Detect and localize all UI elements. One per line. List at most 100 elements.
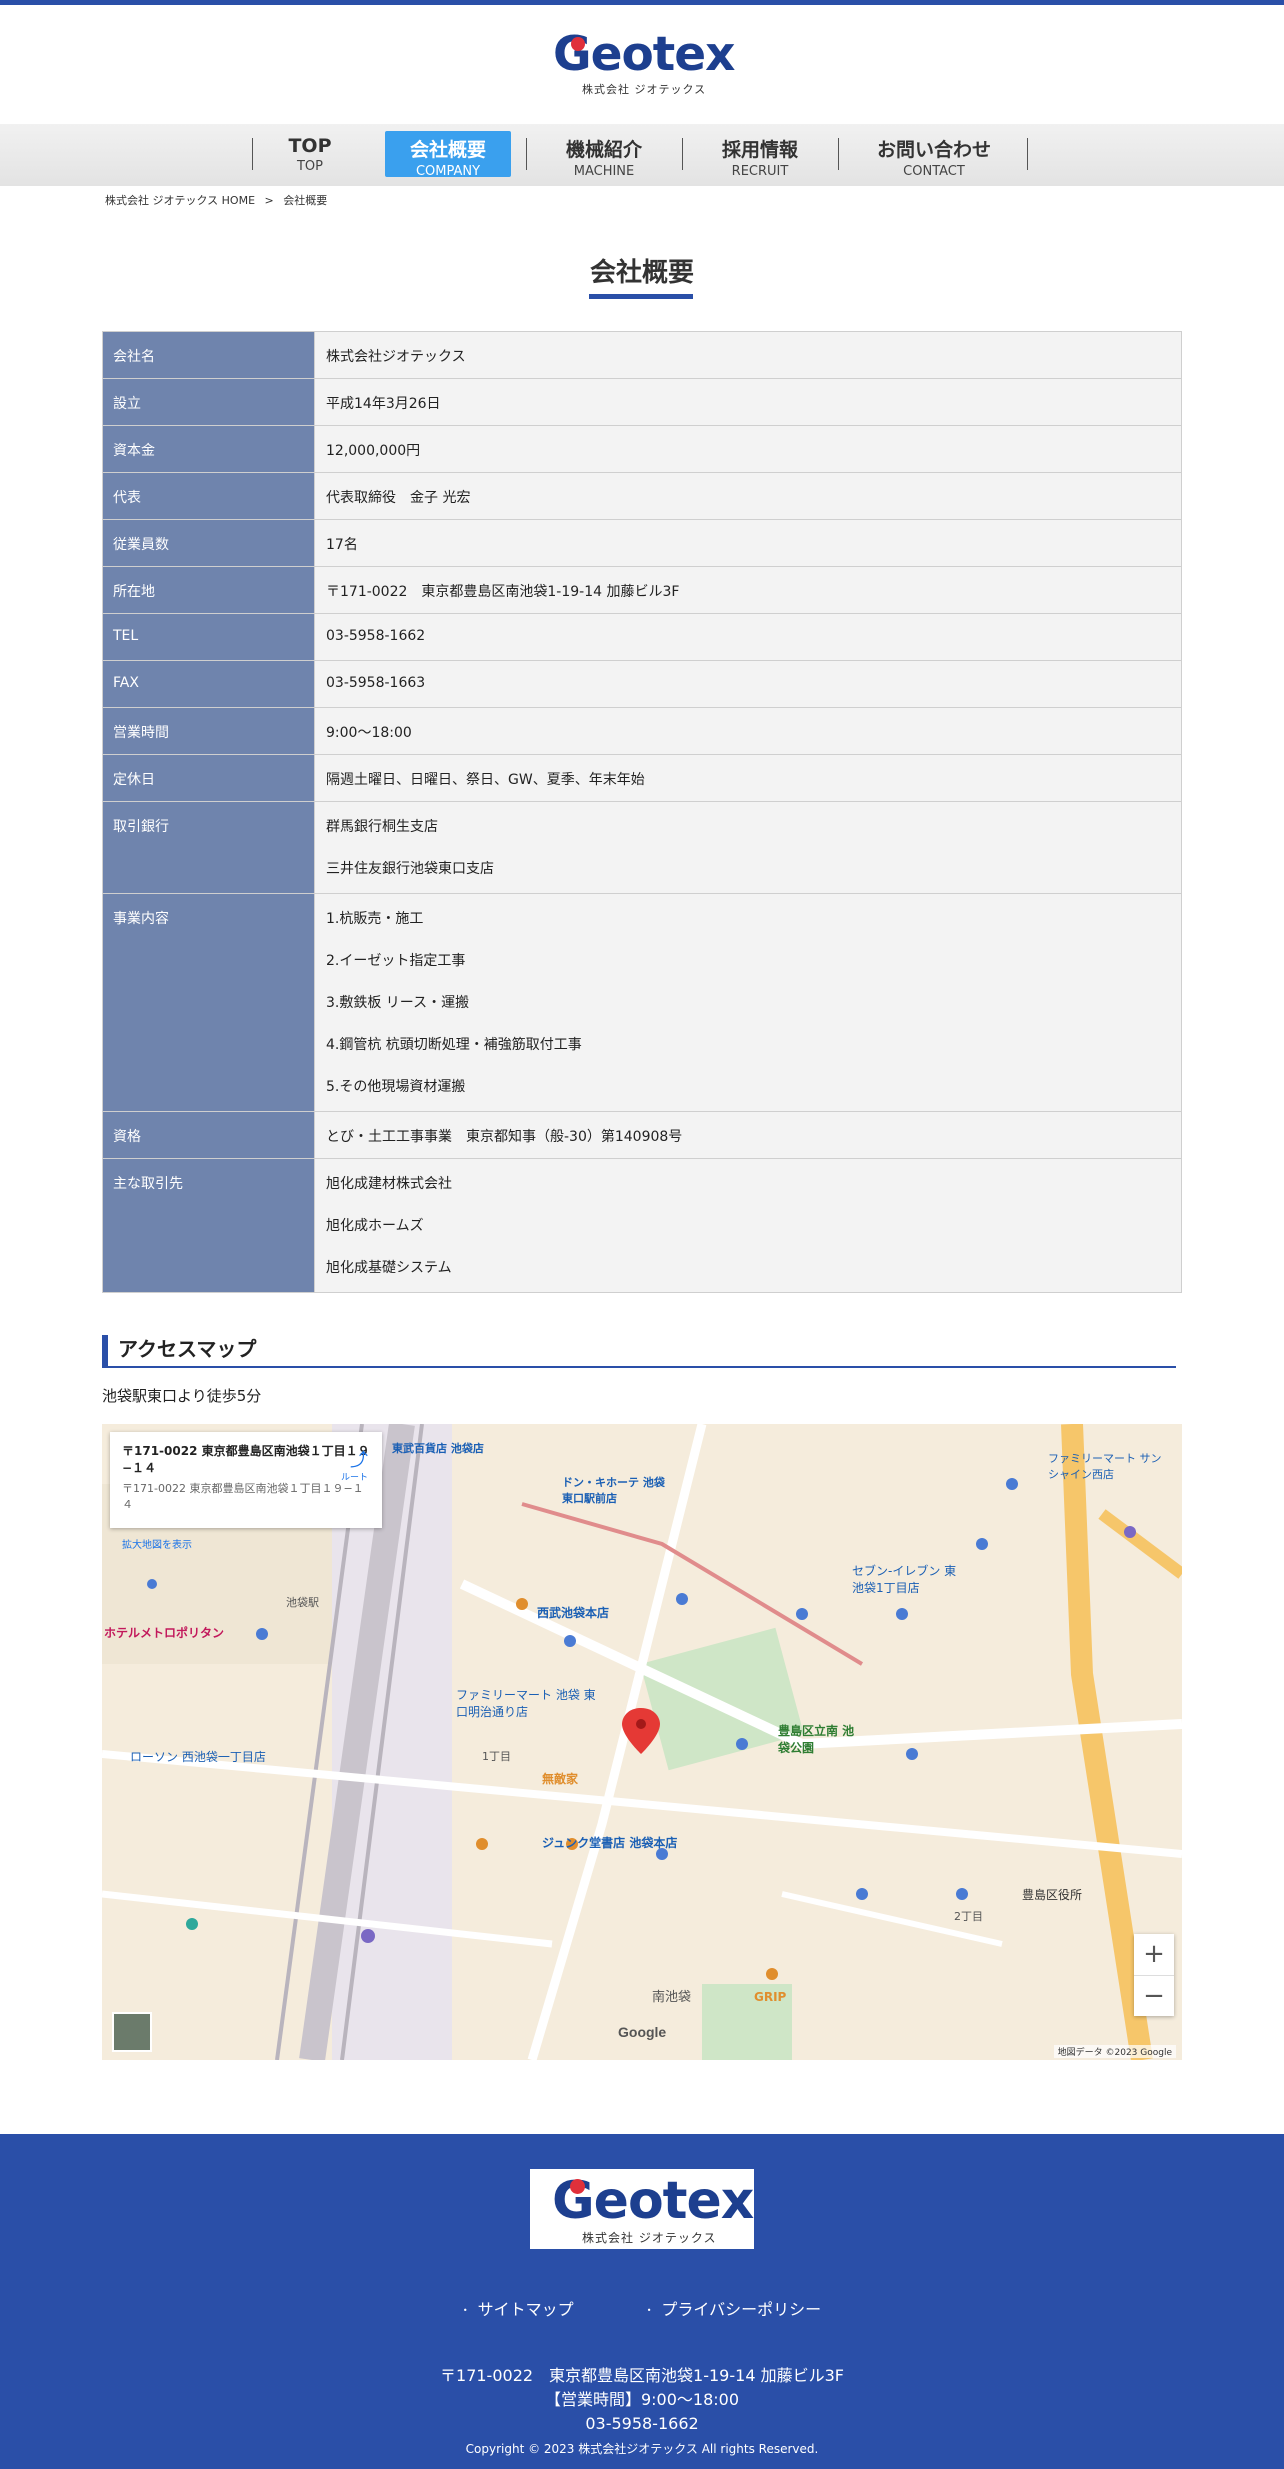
- table-row: 代表 代表取締役 金子 光宏: [102, 472, 1182, 520]
- row-label: 定休日: [102, 754, 315, 802]
- table-row: 定休日 隔週土曜日、日曜日、祭日、GW、夏季、年末年始: [102, 754, 1182, 802]
- nav-item-sublabel: CONTACT: [903, 164, 965, 179]
- table-row-business: 事業内容 1.杭販売・施工 2.イーゼット指定工事 3.敷鉄板 リース・運搬 4…: [102, 893, 1182, 1112]
- business-item: 1.杭販売・施工: [326, 911, 424, 927]
- footer-link-privacy[interactable]: プライバシーポリシー: [647, 2300, 821, 2319]
- map-larger-link[interactable]: 拡大地図を表示: [122, 1536, 370, 1551]
- footer-address: 〒171-0022 東京都豊島区南池袋1-19-14 加藤ビル3F: [440, 2366, 844, 2385]
- map-label-famima-sunshine: ファミリーマート サンシャイン西店: [1048, 1452, 1162, 1481]
- nav-item-label: 採用情報: [721, 139, 798, 161]
- map-satellite-toggle[interactable]: [112, 2012, 152, 2052]
- bank-item: 三井住友銀行池袋東口支店: [326, 861, 494, 877]
- map-label-park: 豊島区立南 池袋公園: [778, 1724, 855, 1755]
- nav-item-machine[interactable]: 機械紹介 MACHINE: [536, 131, 672, 179]
- directions-label[interactable]: ルート: [341, 1470, 368, 1483]
- nav-item-sublabel: COMPANY: [415, 164, 481, 179]
- map-card-address: 〒171-0022 東京都豊島区南池袋１丁目１９−１４: [122, 1444, 370, 1475]
- map-label-metropolitan: ホテルメトロポリタン: [104, 1626, 225, 1640]
- map-label-seibu: 西武池袋本店: [537, 1606, 610, 1620]
- client-item: 旭化成基礎システム: [326, 1260, 452, 1276]
- map-label-minamiike: 南池袋: [652, 1990, 692, 2005]
- footer-logo-subtitle: 株式会社 ジオテックス: [582, 2231, 717, 2245]
- row-label: 資本金: [102, 425, 315, 473]
- footer-link-sitemap[interactable]: サイトマップ: [463, 2300, 574, 2319]
- nav-item-company[interactable]: 会社概要 COMPANY: [385, 131, 511, 179]
- nav-item-contact[interactable]: お問い合わせ CONTACT: [848, 131, 1020, 179]
- nav-item-recruit[interactable]: 採用情報 RECRUIT: [692, 131, 828, 179]
- row-label: 従業員数: [102, 519, 315, 567]
- site-logo[interactable]: Geotex 株式会社 ジオテックス: [553, 27, 735, 96]
- nav-item-sublabel: RECRUIT: [731, 164, 789, 179]
- row-label: TEL: [102, 613, 315, 661]
- row-value-list: 群馬銀行桐生支店 三井住友銀行池袋東口支店: [314, 801, 1182, 894]
- nav-divider: [838, 138, 839, 170]
- logo-dot-icon: [571, 37, 585, 51]
- map-label-grip: GRIP: [754, 1990, 787, 2004]
- row-label: 所在地: [102, 566, 315, 614]
- table-row-clients: 主な取引先 旭化成建材株式会社 旭化成ホームズ 旭化成基礎システム: [102, 1158, 1182, 1293]
- row-label: 資格: [102, 1111, 315, 1159]
- footer-hours: 【営業時間】9:00〜18:00: [544, 2390, 740, 2409]
- map-copyright: 地図データ ©2023 Google: [1053, 2045, 1176, 2058]
- table-row: 設立 平成14年3月26日: [102, 378, 1182, 426]
- map-label-station: 池袋駅: [286, 1596, 319, 1609]
- row-value: 株式会社ジオテックス: [314, 331, 1182, 379]
- nav-divider: [682, 138, 683, 170]
- site-footer: Geotex 株式会社 ジオテックス サイトマップ プライバシーポリシー 〒17…: [0, 2134, 1284, 2469]
- nav-item-top[interactable]: TOP TOP: [262, 131, 358, 177]
- row-value: 17名: [314, 519, 1182, 567]
- table-row: 資本金 12,000,000円: [102, 425, 1182, 473]
- row-value-list: 1.杭販売・施工 2.イーゼット指定工事 3.敷鉄板 リース・運搬 4.鋼管杭 …: [314, 893, 1182, 1112]
- row-value: とび・土工工事事業 東京都知事（般-30）第140908号: [314, 1111, 1182, 1159]
- map-card-address-detail: 〒171-0022 東京都豊島区南池袋１丁目１９−１４: [122, 1482, 364, 1511]
- map-label-2chome: 2丁目: [954, 1910, 983, 1923]
- client-item: 旭化成ホームズ: [326, 1218, 424, 1234]
- google-map[interactable]: 東武百貨店 池袋店 ドン・キホーテ 池袋東口駅前店 西武池袋本店 豊島区立南 池…: [102, 1424, 1182, 2060]
- map-zoom-controls: + −: [1134, 1934, 1174, 2016]
- row-label: 事業内容: [102, 893, 315, 1112]
- global-nav: TOP TOP 会社概要 COMPANY 機械紹介 MACHINE 採用情報 R…: [0, 124, 1284, 186]
- row-value: 9:00〜18:00: [314, 707, 1182, 755]
- nav-item-label: TOP: [288, 135, 332, 157]
- row-value: 平成14年3月26日: [314, 378, 1182, 426]
- row-value: 〒171-0022 東京都豊島区南池袋1-19-14 加藤ビル3F: [314, 566, 1182, 614]
- row-label: 代表: [102, 472, 315, 520]
- nav-item-label: 機械紹介: [565, 139, 642, 161]
- breadcrumb-separator: >: [264, 194, 274, 207]
- breadcrumb-home-link[interactable]: 株式会社 ジオテックス HOME: [105, 194, 255, 207]
- site-header: Geotex 株式会社 ジオテックス: [0, 5, 1284, 125]
- map-label-muteki: 無敵家: [542, 1772, 579, 1786]
- nav-divider: [252, 138, 253, 170]
- bank-item: 群馬銀行桐生支店: [326, 819, 438, 835]
- map-label-lawson: ローソン 西池袋一丁目店: [130, 1750, 266, 1764]
- business-item: 2.イーゼット指定工事: [326, 953, 466, 969]
- row-value: 代表取締役 金子 光宏: [314, 472, 1182, 520]
- nav-item-sublabel: MACHINE: [573, 164, 635, 179]
- zoom-out-button[interactable]: −: [1134, 1975, 1174, 2016]
- footer-logo[interactable]: Geotex 株式会社 ジオテックス: [530, 2169, 754, 2249]
- row-label: 会社名: [102, 331, 315, 379]
- map-label-donki: ドン・キホーテ 池袋東口駅前店: [562, 1476, 665, 1505]
- row-label: 設立: [102, 378, 315, 426]
- breadcrumb-current: 会社概要: [283, 194, 328, 207]
- page-title: 会社概要: [589, 258, 694, 288]
- business-item: 4.鋼管杭 杭頭切断処理・補強筋取付工事: [326, 1037, 582, 1053]
- map-label-junkudo: ジュンク堂書店 池袋本店: [542, 1836, 678, 1850]
- row-label: 主な取引先: [102, 1158, 315, 1293]
- zoom-in-button[interactable]: +: [1134, 1934, 1174, 1975]
- copyright: Copyright © 2023 株式会社ジオテックス All rights R…: [465, 2442, 819, 2456]
- footer-logo-dot-icon: [570, 2179, 585, 2194]
- table-row-license: 資格 とび・土工工事事業 東京都知事（般-30）第140908号: [102, 1111, 1182, 1159]
- footer-contact-info: 〒171-0022 東京都豊島区南池袋1-19-14 加藤ビル3F 【営業時間】…: [0, 2364, 1284, 2436]
- table-row: 会社名 株式会社ジオテックス: [102, 331, 1182, 379]
- directions-icon[interactable]: ⤴: [350, 1446, 368, 1472]
- row-value: 03-5958-1662: [314, 613, 1182, 661]
- table-row-banks: 取引銀行 群馬銀行桐生支店 三井住友銀行池袋東口支店: [102, 801, 1182, 894]
- table-row: 所在地 〒171-0022 東京都豊島区南池袋1-19-14 加藤ビル3F: [102, 566, 1182, 614]
- nav-item-label: 会社概要: [409, 139, 486, 161]
- business-item: 5.その他現場資材運搬: [326, 1079, 466, 1095]
- company-info-table: 会社名 株式会社ジオテックス 設立 平成14年3月26日 資本金 12,000,000…: [102, 331, 1182, 1293]
- row-value: 03-5958-1663: [314, 660, 1182, 708]
- title-underline: [589, 294, 693, 299]
- access-map-heading: アクセスマップ: [102, 1335, 1176, 1368]
